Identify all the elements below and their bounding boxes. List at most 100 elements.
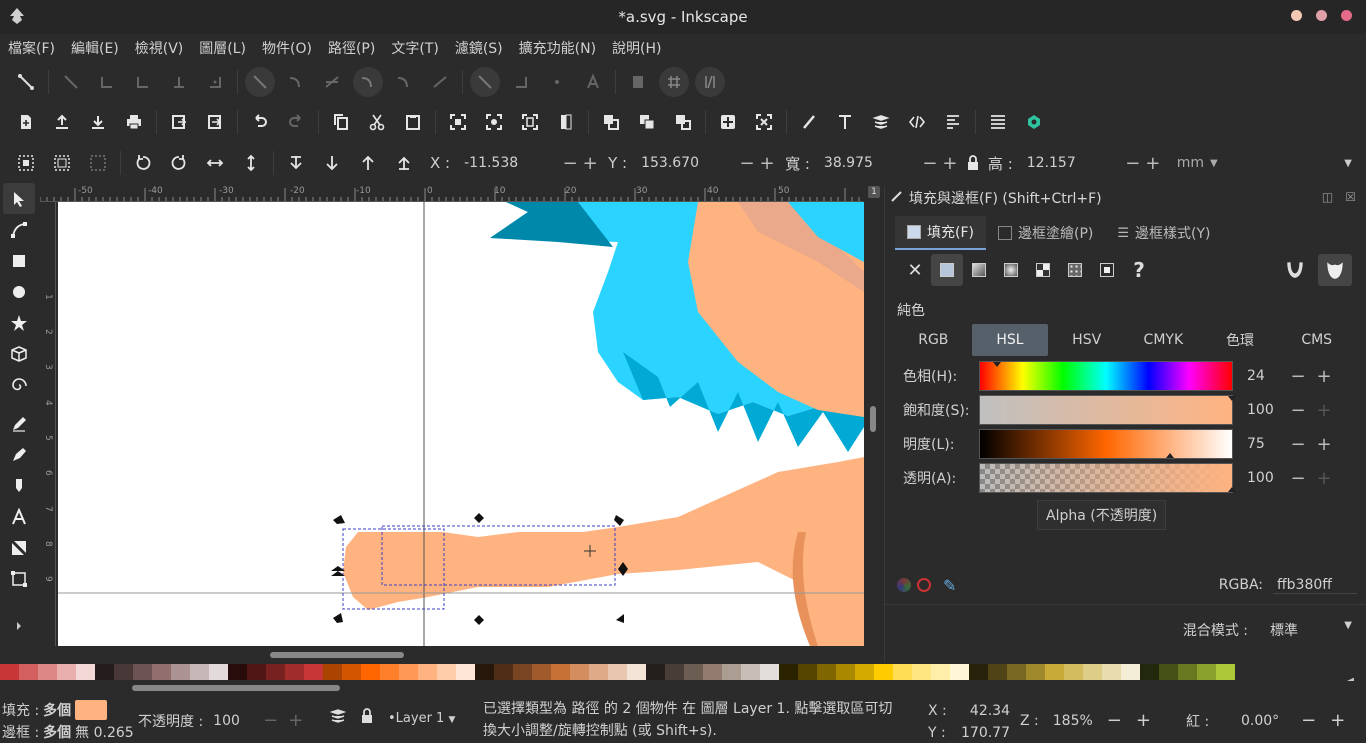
palette-swatch[interactable] [1102,664,1121,680]
y-increment-icon[interactable]: + [757,153,777,174]
group-icon[interactable] [710,104,746,140]
rectangle-tool-icon[interactable] [3,245,35,276]
alpha-value[interactable]: 100 [1233,470,1285,486]
palette-swatch[interactable] [133,664,152,680]
palette-swatch[interactable] [798,664,817,680]
fill-rule-evenodd-icon[interactable] [1284,258,1308,282]
zoom-in-icon[interactable]: + [1136,710,1151,731]
palette-swatch[interactable] [95,664,114,680]
snap-cusp-icon[interactable] [350,64,386,100]
node-tool-icon[interactable] [3,214,35,245]
hue-marker[interactable] [993,362,1001,367]
alpha-slider[interactable] [979,463,1236,493]
menu-view[interactable]: 檢視(V) [135,38,184,58]
palette-swatch[interactable] [38,664,57,680]
pattern-icon[interactable] [1059,254,1091,286]
palette-swatch[interactable] [741,664,760,680]
palette-swatch[interactable] [855,664,874,680]
toolbar-overflow-icon[interactable]: ▼ [1344,158,1352,169]
palette-swatch[interactable] [684,664,703,680]
mesh-gradient-icon[interactable] [1027,254,1059,286]
snap-rotation-center-icon[interactable] [539,64,575,100]
height-value[interactable]: 12.157 [1019,155,1123,171]
zoom-page-width-icon[interactable] [548,104,584,140]
palette-swatch[interactable] [589,664,608,680]
palette-swatch[interactable] [19,664,38,680]
snap-nodes-icon[interactable] [242,64,278,100]
vertical-scroll-thumb[interactable] [870,406,876,432]
snap-object-center-icon[interactable] [503,64,539,100]
fill-rule-nonzero-icon[interactable] [1318,254,1352,286]
palette-swatch[interactable] [1064,664,1083,680]
snap-bbox-edge-icon[interactable] [89,64,125,100]
pencil-tool-icon[interactable] [3,408,35,439]
palette-swatch[interactable] [152,664,171,680]
maximize-button[interactable] [1316,10,1327,21]
scale-handle-n[interactable] [474,513,484,523]
artwork[interactable] [58,202,864,646]
palette-swatch[interactable] [931,664,950,680]
hue-decrement-icon[interactable]: − [1285,366,1311,387]
palette-swatch[interactable] [646,664,665,680]
menu-layer[interactable]: 圖層(L) [199,38,246,58]
snap-text-baseline-icon[interactable] [575,64,611,100]
menu-edit[interactable]: 編輯(E) [71,38,119,58]
scale-handle-nw[interactable] [333,515,345,524]
minimize-button[interactable] [1291,10,1302,21]
palette-swatch[interactable] [722,664,741,680]
palette-swatch[interactable] [437,664,456,680]
menu-text[interactable]: 文字(T) [391,38,438,58]
palette-swatch[interactable] [76,664,95,680]
scale-handle-sw[interactable] [333,613,343,623]
snap-grid-icon[interactable] [656,64,692,100]
menu-filters[interactable]: 濾鏡(S) [455,38,503,58]
panel-dock-icon[interactable]: ◫ [1322,190,1333,204]
x-field[interactable]: -11.538 − + [456,149,600,177]
export-icon[interactable] [197,104,233,140]
clone-icon[interactable] [629,104,665,140]
star-tool-icon[interactable] [3,307,35,338]
x-increment-icon[interactable]: + [580,153,600,174]
palette-swatch[interactable] [323,664,342,680]
open-document-icon[interactable] [44,104,80,140]
alpha-decrement-icon[interactable]: − [1285,468,1311,489]
layer-lock-icon[interactable] [360,708,374,728]
preferences-icon[interactable] [1016,104,1052,140]
palette-swatch[interactable] [266,664,285,680]
palette-swatch[interactable] [779,664,798,680]
palette-swatch[interactable] [1121,664,1140,680]
palette-swatch[interactable] [494,664,513,680]
palette-swatch[interactable] [1216,664,1235,680]
color-picker-icon[interactable]: ✎ [943,576,956,595]
palette-swatch[interactable] [247,664,266,680]
width-field[interactable]: 38.975 − + [816,149,960,177]
palette-swatch[interactable] [874,664,893,680]
hue-slider[interactable] [979,361,1233,391]
lock-ratio-icon[interactable] [960,145,986,181]
saturation-marker[interactable] [1228,396,1236,401]
snap-toggle-icon[interactable] [8,64,44,100]
palette-swatch[interactable] [1159,664,1178,680]
saturation-slider[interactable] [979,395,1236,425]
fill-stroke-dialog-icon[interactable] [791,104,827,140]
linear-gradient-icon[interactable] [963,254,995,286]
mode-wheel[interactable]: 色環 [1202,324,1279,356]
text-tool-icon[interactable] [3,501,35,532]
saturation-increment-icon[interactable]: + [1311,400,1337,421]
snap-bbox-center-icon[interactable] [197,64,233,100]
saturation-value[interactable]: 100 [1233,402,1285,418]
palette-swatch[interactable] [342,664,361,680]
unlink-clone-icon[interactable] [665,104,701,140]
snap-midpoint-icon[interactable] [422,64,458,100]
opacity-value[interactable]: 100 [213,713,253,729]
palette-swatch[interactable] [190,664,209,680]
scale-handle-w[interactable] [331,566,345,576]
palette-swatch[interactable] [114,664,133,680]
palette-swatch[interactable] [608,664,627,680]
calligraphy-tool-icon[interactable] [3,470,35,501]
width-decrement-icon[interactable]: − [920,153,940,174]
mode-cmyk[interactable]: CMYK [1125,324,1202,356]
radial-gradient-icon[interactable] [995,254,1027,286]
fill-indicator-swatch[interactable] [75,700,108,720]
mode-hsv[interactable]: HSV [1048,324,1125,356]
